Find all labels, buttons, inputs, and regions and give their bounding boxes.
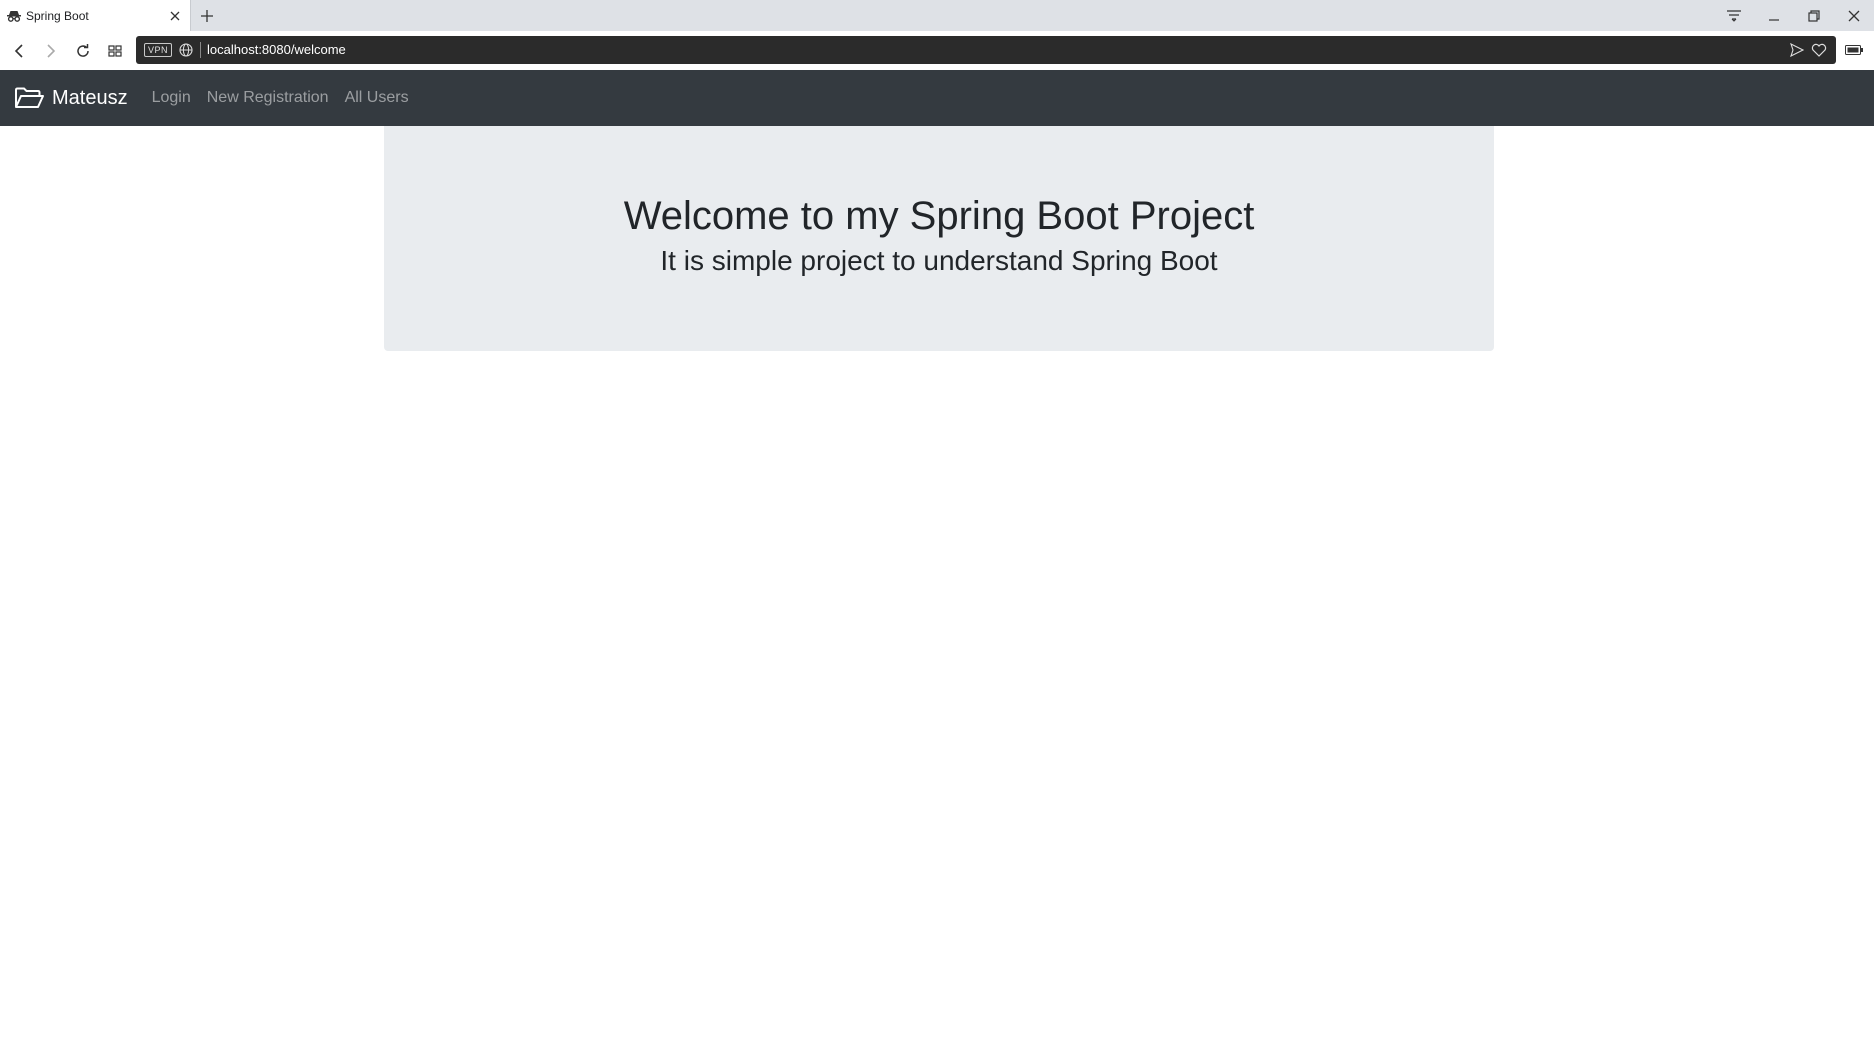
close-icon[interactable] (1834, 0, 1874, 31)
reload-icon[interactable] (67, 35, 99, 67)
battery-icon[interactable] (1844, 42, 1864, 58)
folder-open-icon (14, 86, 46, 110)
tab-close-icon[interactable] (166, 7, 184, 25)
brand-name: Mateusz (52, 86, 128, 109)
restore-icon[interactable] (1794, 0, 1834, 31)
browser-toolbar: VPN localhost:8080/welcome (0, 31, 1874, 70)
address-bar[interactable]: VPN localhost:8080/welcome (136, 36, 1836, 64)
new-tab-button[interactable] (191, 0, 223, 31)
minimize-icon[interactable] (1754, 0, 1794, 31)
window-controls (1714, 0, 1874, 31)
site-navbar: Mateusz Login New Registration All Users (0, 70, 1874, 126)
nav-link-login[interactable]: Login (152, 89, 191, 107)
page-subtitle: It is simple project to understand Sprin… (660, 245, 1218, 276)
url-text[interactable]: localhost:8080/welcome (200, 42, 1788, 58)
nav-link-all-users[interactable]: All Users (345, 89, 409, 107)
browser-tab[interactable]: Spring Boot (0, 0, 191, 31)
navbar-links: Login New Registration All Users (152, 89, 425, 107)
grid-icon[interactable] (99, 35, 131, 67)
globe-icon[interactable] (178, 42, 194, 58)
browser-tab-strip: Spring Boot (0, 0, 1874, 31)
jumbotron: Welcome to my Spring Boot Project It is … (384, 126, 1494, 351)
back-arrow-icon[interactable] (3, 35, 35, 67)
menu-icon[interactable] (1714, 0, 1754, 31)
tab-title: Spring Boot (26, 8, 89, 23)
navbar-brand[interactable]: Mateusz (14, 86, 128, 110)
forward-arrow-icon[interactable] (35, 35, 67, 67)
send-icon[interactable] (1788, 41, 1806, 59)
nav-link-new-registration[interactable]: New Registration (207, 89, 329, 107)
heart-icon[interactable] (1810, 41, 1828, 59)
vpn-badge[interactable]: VPN (144, 43, 173, 57)
incognito-icon (6, 8, 22, 24)
page-title: Welcome to my Spring Boot Project (623, 194, 1255, 238)
